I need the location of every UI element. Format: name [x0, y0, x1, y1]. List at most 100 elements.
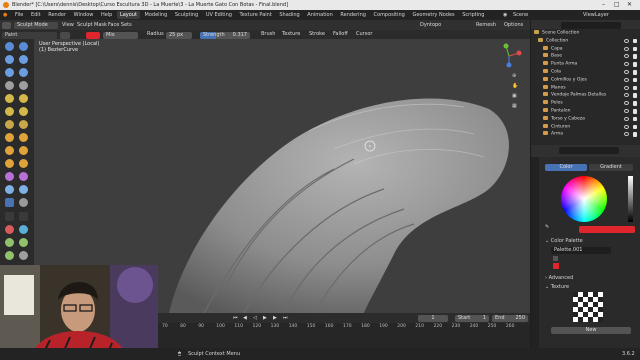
menu-mask[interactable]: Mask	[94, 20, 107, 30]
paint-brush-icon[interactable]	[5, 198, 14, 207]
slide-relax-brush-icon[interactable]	[5, 185, 14, 194]
visibility-eye-icon[interactable]	[624, 101, 629, 106]
tab-modeling[interactable]: Modeling	[142, 11, 171, 19]
outliner-item[interactable]: Manos	[531, 84, 640, 92]
new-texture-button[interactable]: New	[551, 327, 631, 334]
play-reverse-icon[interactable]: ◁	[253, 313, 257, 323]
visibility-eye-icon[interactable]	[624, 62, 629, 67]
color-wheel[interactable]	[561, 176, 607, 222]
stroke-menu[interactable]: Stroke	[309, 30, 325, 39]
zoom-icon[interactable]: ⊕	[512, 73, 516, 79]
box-mask-icon[interactable]	[5, 225, 14, 234]
radius-field[interactable]: 25 px	[166, 31, 192, 39]
tab-rendering[interactable]: Rendering	[337, 11, 369, 19]
falloff-menu[interactable]: Falloff	[333, 30, 348, 39]
start-frame-field[interactable]: Start 1	[455, 314, 489, 322]
fill-brush-icon[interactable]	[19, 107, 28, 116]
menu-face-sets[interactable]: Face Sets	[108, 20, 132, 30]
next-keyframe-icon[interactable]: ▶	[273, 313, 277, 323]
outliner-item[interactable]: Torso y Cabeza	[531, 115, 640, 123]
exclude-checkbox[interactable]	[632, 132, 637, 137]
current-color-swatch[interactable]	[579, 226, 635, 233]
clay-strips-brush-icon[interactable]	[19, 55, 28, 64]
clay-brush-icon[interactable]	[5, 55, 14, 64]
exclude-checkbox[interactable]	[632, 70, 637, 75]
palette-swatch[interactable]	[553, 263, 559, 269]
inflate-brush-icon[interactable]	[5, 81, 14, 90]
tab-color-picker[interactable]: Color	[545, 164, 587, 171]
timeline-ruler[interactable]: 70 80 90 100 110 120 130 140 150 160 170 180 190 200 2…	[158, 324, 530, 331]
visibility-eye-icon[interactable]	[624, 77, 629, 82]
mesh-filter-icon[interactable]	[5, 238, 14, 247]
visibility-eye-icon[interactable]	[624, 132, 629, 137]
exclude-checkbox[interactable]	[632, 46, 637, 52]
tab-animation[interactable]: Animation	[304, 11, 336, 19]
texture-preview[interactable]	[573, 292, 603, 322]
visibility-eye-icon[interactable]	[624, 70, 629, 74]
close-icon[interactable]: ✕	[627, 0, 632, 10]
scrape-brush-icon[interactable]	[5, 120, 14, 129]
draw-face-sets-icon[interactable]	[19, 212, 28, 221]
nudge-brush-icon[interactable]	[5, 172, 14, 181]
visibility-eye-icon[interactable]	[624, 46, 629, 51]
current-frame-field[interactable]: 1	[418, 314, 448, 322]
exclude-checkbox[interactable]	[632, 124, 637, 130]
smear-brush-icon[interactable]	[19, 198, 28, 207]
brush-selector[interactable]: Paint	[2, 31, 57, 39]
menu-sculpt[interactable]: Sculpt	[77, 20, 93, 30]
view-layer-selector[interactable]: ViewLayer	[580, 10, 612, 20]
perspective-toggle-icon[interactable]: ▦	[512, 103, 517, 109]
menu-help[interactable]: Help	[98, 10, 115, 20]
menu-edit[interactable]: Edit	[28, 10, 44, 20]
scene-selector[interactable]: Scene	[510, 10, 531, 20]
jump-end-icon[interactable]: ⏭	[283, 313, 288, 323]
visibility-eye-icon[interactable]	[624, 54, 629, 59]
exclude-checkbox[interactable]	[632, 116, 637, 122]
exclude-checkbox[interactable]	[632, 93, 637, 98]
advanced-header[interactable]: › Advanced	[545, 275, 573, 281]
tab-layout[interactable]: Layout	[116, 11, 140, 19]
add-color-icon[interactable]	[553, 256, 558, 261]
snake-hook-brush-icon[interactable]	[19, 146, 28, 155]
exclude-checkbox[interactable]	[632, 38, 637, 44]
palette-selector[interactable]: Palette.001	[551, 247, 611, 254]
remesh-menu[interactable]: Remesh	[476, 20, 496, 30]
exclude-checkbox[interactable]	[632, 85, 637, 91]
draw-sharp-brush-icon[interactable]	[19, 42, 28, 51]
brush-icon[interactable]	[60, 31, 70, 39]
outliner-item[interactable]: Cola	[531, 69, 640, 76]
editor-type-icon[interactable]	[2, 21, 11, 29]
outliner-item[interactable]: Capa	[531, 45, 640, 53]
clay-thumb-brush-icon[interactable]	[5, 68, 14, 77]
flatten-brush-icon[interactable]	[5, 107, 14, 116]
menu-file[interactable]: File	[12, 10, 26, 20]
mode-selector[interactable]: Sculpt Mode	[14, 21, 58, 29]
brush-color-swatch[interactable]	[86, 31, 100, 39]
box-face-set-icon[interactable]	[19, 225, 28, 234]
strength-slider[interactable]: Strength 0.317	[200, 31, 250, 39]
rotate-brush-icon[interactable]	[19, 172, 28, 181]
maximize-icon[interactable]: □	[614, 0, 620, 10]
blender-menu-icon[interactable]: ●	[0, 10, 10, 20]
end-frame-field[interactable]: End 250	[492, 314, 528, 322]
visibility-eye-icon[interactable]	[624, 38, 629, 43]
camera-view-icon[interactable]: ▣	[512, 93, 517, 99]
mask-brush-icon[interactable]	[5, 212, 14, 221]
timeline-editor[interactable]: ⏮ ◀ ◁ ▶ ▶ ⏭ 1 Start 1 End 250 70 80 90 100 1…	[158, 313, 530, 348]
color-filter-icon[interactable]	[5, 251, 14, 260]
tab-geometry-nodes[interactable]: Geometry Nodes	[409, 11, 457, 19]
visibility-eye-icon[interactable]	[624, 93, 629, 98]
visibility-eye-icon[interactable]	[624, 85, 629, 90]
brush-menu[interactable]: Brush	[261, 30, 275, 39]
outliner-item[interactable]: Colmillos y Ojos	[531, 76, 640, 84]
tab-gradient[interactable]: Gradient	[589, 164, 633, 171]
outliner-search-input[interactable]	[561, 21, 621, 29]
options-menu[interactable]: Options	[504, 20, 523, 30]
visibility-eye-icon[interactable]	[624, 124, 629, 129]
blend-mode-selector[interactable]: Mix	[103, 31, 138, 39]
tab-shading[interactable]: Shading	[276, 11, 302, 19]
outliner-item[interactable]: Punta Arma	[531, 61, 640, 68]
exclude-checkbox[interactable]	[632, 109, 637, 114]
value-slider[interactable]	[628, 176, 633, 222]
pan-hand-icon[interactable]: ✋	[512, 83, 518, 89]
